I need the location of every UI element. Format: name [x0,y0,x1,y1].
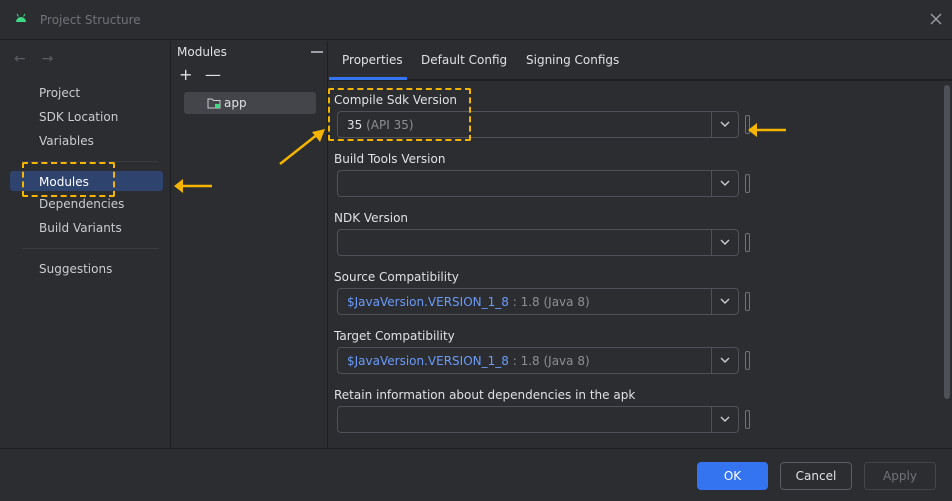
compile-sdk-highlight-box [328,88,471,141]
modules-header: Modules [177,45,227,59]
module-item-label: app [224,96,247,110]
dialog-button-bar: OK Cancel Apply [0,448,952,501]
combo-divider [711,230,712,255]
cancel-button[interactable]: Cancel [780,462,852,490]
chevron-down-icon[interactable] [720,298,730,305]
tab-properties[interactable]: Properties [342,53,403,67]
title-bar: Project Structure [0,0,952,40]
retain-info-combo[interactable] [337,406,739,433]
source-compat-label: Source Compatibility [334,270,459,284]
chevron-down-icon[interactable] [720,121,730,128]
modules-pane: Modules + — app [172,41,328,448]
apply-button[interactable]: Apply [864,462,936,490]
back-arrow-icon[interactable]: ← [14,51,26,67]
module-item-app[interactable]: app [184,92,316,114]
target-compat-value: $JavaVersion.VERSION_1_8 : 1.8 (Java 8) [347,354,590,368]
sidebar-divider [22,248,158,249]
chevron-down-icon[interactable] [720,239,730,246]
chevron-down-icon[interactable] [720,357,730,364]
tab-signing-configs[interactable]: Signing Configs [526,53,619,67]
ndk-combo[interactable] [337,229,739,256]
field-resize-handle[interactable] [745,410,750,429]
target-compat-label: Target Compatibility [334,329,455,343]
sidebar-item-suggestions[interactable]: Suggestions [39,262,112,276]
source-compat-combo[interactable]: $JavaVersion.VERSION_1_8 : 1.8 (Java 8) [337,288,739,315]
tab-bar: Properties Default Config Signing Config… [329,41,952,80]
module-folder-icon [207,98,221,109]
close-icon[interactable] [929,12,943,26]
active-tab-indicator [329,77,407,80]
remove-module-icon[interactable]: — [205,65,221,84]
target-compat-combo[interactable]: $JavaVersion.VERSION_1_8 : 1.8 (Java 8) [337,347,739,374]
form-scrollbar[interactable] [941,81,952,448]
combo-divider [711,348,712,373]
combo-divider [711,407,712,432]
android-icon [16,13,26,22]
combo-divider [711,171,712,196]
sidebar-item-project[interactable]: Project [39,86,80,100]
forward-arrow-icon[interactable]: → [42,51,54,67]
build-tools-combo[interactable] [337,170,739,197]
field-resize-handle[interactable] [745,351,750,370]
nav-arrows: ← → [14,51,65,67]
sidebar-item-sdk-location[interactable]: SDK Location [39,110,118,124]
add-module-icon[interactable]: + [179,65,192,84]
chevron-down-icon[interactable] [720,180,730,187]
tab-default-config[interactable]: Default Config [421,53,507,67]
sidebar-item-dependencies[interactable]: Dependencies [39,197,124,211]
field-resize-handle[interactable] [745,292,750,311]
sidebar-item-build-variants[interactable]: Build Variants [39,221,122,235]
ok-button[interactable]: OK [697,462,768,490]
chevron-down-icon[interactable] [720,416,730,423]
collapse-icon[interactable] [311,51,323,53]
field-resize-handle[interactable] [745,233,750,252]
arrow-diagonal-annotation-icon [279,129,325,165]
combo-divider [711,112,712,137]
combo-divider [711,289,712,314]
build-tools-label: Build Tools Version [334,152,446,166]
modules-highlight-box [22,162,115,197]
scrollbar-thumb[interactable] [944,85,950,399]
retain-info-label: Retain information about dependencies in… [334,388,636,402]
sidebar: ← → Project SDK Location Variables Modul… [0,41,171,448]
source-compat-value: $JavaVersion.VERSION_1_8 : 1.8 (Java 8) [347,295,590,309]
field-resize-handle[interactable] [745,174,750,193]
ndk-label: NDK Version [334,211,409,225]
window-title: Project Structure [40,13,141,27]
arrow-left-annotation-icon [748,123,786,137]
sidebar-item-variables[interactable]: Variables [39,134,94,148]
arrow-left-annotation-icon [174,179,212,193]
